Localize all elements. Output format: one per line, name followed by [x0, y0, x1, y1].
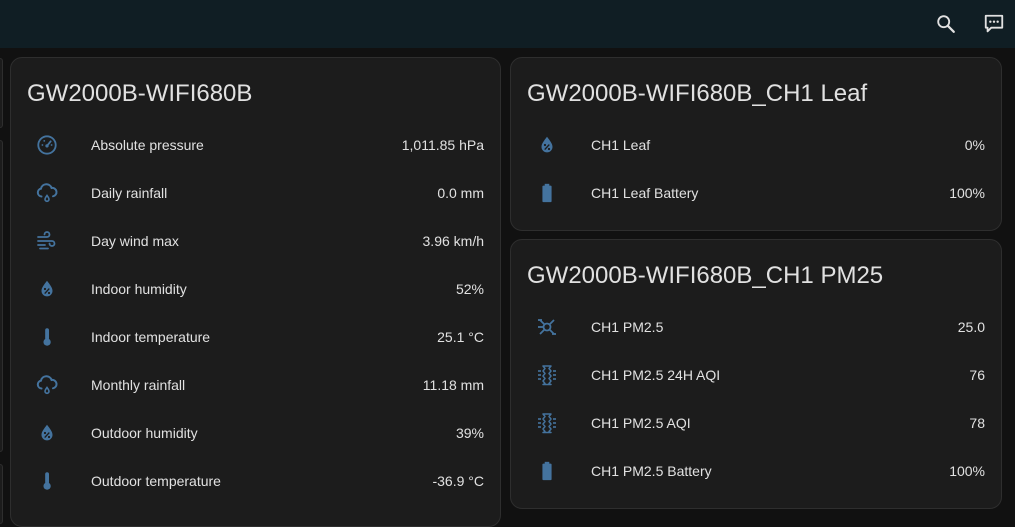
entity-row[interactable]: Outdoor humidity 39%: [11, 409, 500, 457]
entity-name: Daily rainfall: [91, 185, 168, 201]
entity-name: CH1 PM2.5 AQI: [591, 415, 691, 431]
entity-state: 52%: [455, 281, 484, 297]
entity-name: Indoor humidity: [91, 281, 187, 297]
entity-row[interactable]: CH1 Leaf 0%: [511, 121, 1001, 169]
offscreen-card-edge: [0, 464, 3, 524]
entity-name: CH1 Leaf Battery: [591, 185, 699, 201]
air-filter-icon: [535, 363, 559, 387]
entity-name: CH1 PM2.5 24H AQI: [591, 367, 721, 383]
gauge-icon: [35, 133, 59, 157]
entity-name: CH1 PM2.5: [591, 319, 664, 335]
weather-rainy-icon: [35, 181, 59, 205]
entity-row[interactable]: Outdoor temperature -36.9 °C: [11, 457, 500, 505]
entity-row[interactable]: CH1 PM2.5 Battery 100%: [511, 447, 1001, 495]
entity-state: 3.96 km/h: [422, 233, 484, 249]
entity-row[interactable]: Absolute pressure 1,011.85 hPa: [11, 121, 500, 169]
offscreen-card-edge: [0, 58, 3, 128]
entity-row[interactable]: CH1 PM2.5 AQI 78: [511, 399, 1001, 447]
entity-state: 25.0: [957, 319, 985, 335]
entity-state: 0.0 mm: [437, 185, 484, 201]
entity-name: Indoor temperature: [91, 329, 211, 345]
entities-card-ch1-leaf: GW2000B-WIFI680B_CH1 Leaf CH1 Leaf 0% CH1 …: [510, 57, 1002, 231]
card-title: GW2000B-WIFI680B_CH1 Leaf: [527, 80, 868, 107]
thermometer-icon: [35, 325, 59, 349]
entity-state: 100%: [949, 185, 985, 201]
entity-row[interactable]: Day wind max 3.96 km/h: [11, 217, 500, 265]
entity-state: 25.1 °C: [437, 329, 484, 345]
entity-name: Monthly rainfall: [91, 377, 186, 393]
entity-row[interactable]: Indoor humidity 52%: [11, 265, 500, 313]
entity-state: 78: [969, 415, 985, 431]
card-title: GW2000B-WIFI680B: [27, 80, 253, 107]
battery-icon: [535, 459, 559, 483]
entities-card-ch1-pm25: GW2000B-WIFI680B_CH1 PM25 CH1 PM2.5 25.0 C…: [510, 239, 1002, 509]
entity-name: Outdoor humidity: [91, 425, 198, 441]
entity-row[interactable]: CH1 PM2.5 25.0: [511, 303, 1001, 351]
water-percent-icon: [535, 133, 559, 157]
entities-card-gw2000b: GW2000B-WIFI680B Absolute pressure 1,011.…: [10, 57, 501, 527]
entity-state: 100%: [949, 463, 985, 479]
entity-name: Absolute pressure: [91, 137, 204, 153]
water-percent-icon: [35, 421, 59, 445]
assist-chat-icon[interactable]: [976, 6, 1012, 42]
battery-icon: [535, 181, 559, 205]
thermometer-icon: [35, 469, 59, 493]
entity-state: 39%: [455, 425, 484, 441]
entity-row[interactable]: Monthly rainfall 11.18 mm: [11, 361, 500, 409]
entity-row[interactable]: Daily rainfall 0.0 mm: [11, 169, 500, 217]
entity-state: 76: [969, 367, 985, 383]
entity-row[interactable]: CH1 Leaf Battery 100%: [511, 169, 1001, 217]
air-filter-icon: [535, 411, 559, 435]
weather-rainy-icon: [35, 373, 59, 397]
app-toolbar: [0, 0, 1015, 48]
entity-state: -36.9 °C: [432, 473, 484, 489]
entity-name: Day wind max: [91, 233, 179, 249]
entity-state: 0%: [964, 137, 985, 153]
entity-row[interactable]: CH1 PM2.5 24H AQI 76: [511, 351, 1001, 399]
weather-windy-icon: [35, 229, 59, 253]
entity-row[interactable]: Indoor temperature 25.1 °C: [11, 313, 500, 361]
search-icon[interactable]: [928, 6, 964, 42]
entity-state: 11.18 mm: [422, 377, 484, 393]
water-percent-icon: [35, 277, 59, 301]
entity-state: 1,011.85 hPa: [401, 137, 484, 153]
molecule-icon: [535, 315, 559, 339]
card-title: GW2000B-WIFI680B_CH1 PM25: [527, 262, 884, 289]
entity-name: Outdoor temperature: [91, 473, 221, 489]
offscreen-card-edge: [0, 140, 3, 452]
entity-name: CH1 PM2.5 Battery: [591, 463, 712, 479]
entity-name: CH1 Leaf: [591, 137, 651, 153]
